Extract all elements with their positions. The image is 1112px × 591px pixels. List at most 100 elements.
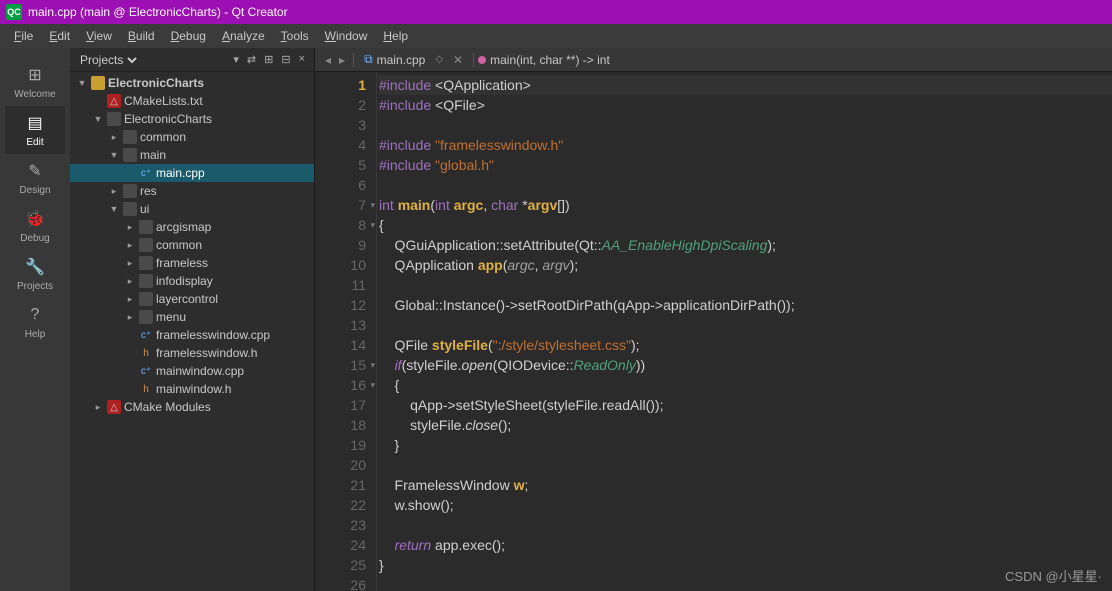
code-line[interactable] — [379, 515, 1112, 535]
fold-icon[interactable]: ▾ — [370, 195, 375, 215]
menu-window[interactable]: Window — [317, 27, 376, 45]
code-line[interactable]: } — [379, 435, 1112, 455]
tree-item[interactable]: ▸arcgismap — [70, 218, 314, 236]
menu-tools[interactable]: Tools — [273, 27, 317, 45]
line-number[interactable]: 2 — [315, 95, 366, 115]
line-number[interactable]: 19 — [315, 435, 366, 455]
file-tab[interactable]: ⧉ main.cpp — [358, 52, 431, 67]
code-line[interactable]: #include "global.h" — [379, 155, 1112, 175]
code-line[interactable]: { — [379, 215, 1112, 235]
expand-arrow-icon[interactable]: ▼ — [108, 150, 120, 160]
tree-item[interactable]: c⁺framelesswindow.cpp — [70, 326, 314, 344]
tree-item[interactable]: ▼ui — [70, 200, 314, 218]
line-number[interactable]: 4 — [315, 135, 366, 155]
line-number[interactable]: 13 — [315, 315, 366, 335]
tree-item[interactable]: ▸△CMake Modules — [70, 398, 314, 416]
add-pane-icon[interactable]: ⊞ — [261, 52, 276, 67]
code-line[interactable]: #include "framelesswindow.h" — [379, 135, 1112, 155]
menu-file[interactable]: File — [6, 27, 41, 45]
menu-analyze[interactable]: Analyze — [214, 27, 273, 45]
code-line[interactable]: QGuiApplication::setAttribute(Qt::AA_Ena… — [379, 235, 1112, 255]
menu-view[interactable]: View — [78, 27, 120, 45]
tree-item[interactable]: ▸layercontrol — [70, 290, 314, 308]
fold-icon[interactable]: ▾ — [370, 355, 375, 375]
tree-item[interactable]: ▼main — [70, 146, 314, 164]
line-number[interactable]: 11 — [315, 275, 366, 295]
menu-help[interactable]: Help — [375, 27, 416, 45]
code-line[interactable] — [379, 575, 1112, 591]
code-line[interactable]: #include <QFile> — [379, 95, 1112, 115]
expand-arrow-icon[interactable]: ▼ — [76, 78, 88, 88]
code-line[interactable]: int main(int argc, char *argv[]) — [379, 195, 1112, 215]
expand-arrow-icon[interactable]: ▸ — [124, 312, 136, 323]
tree-item[interactable]: ▸menu — [70, 308, 314, 326]
tab-close-icon[interactable]: ✕ — [447, 53, 469, 67]
code-line[interactable]: } — [379, 555, 1112, 575]
mode-design[interactable]: ✎Design — [5, 154, 65, 202]
tree-item[interactable]: ▸infodisplay — [70, 272, 314, 290]
pane-selector[interactable]: Projects — [76, 52, 140, 68]
line-number[interactable]: 3 — [315, 115, 366, 135]
nav-fwd-icon[interactable]: ▸ — [335, 53, 349, 67]
tree-item[interactable]: ▸common — [70, 128, 314, 146]
code-line[interactable] — [379, 275, 1112, 295]
fold-icon[interactable]: ▾ — [370, 375, 375, 395]
code-line[interactable]: { — [379, 375, 1112, 395]
menu-debug[interactable]: Debug — [163, 27, 214, 45]
code-editor[interactable]: 123456▾7▾891011121314▾15▾161718192021222… — [315, 72, 1112, 591]
tab-dropdown-icon[interactable]: ◇ — [431, 54, 447, 65]
line-number[interactable]: 6 — [315, 175, 366, 195]
tree-item[interactable]: ▼ElectronicCharts — [70, 110, 314, 128]
link-icon[interactable]: ⇄ — [244, 52, 259, 67]
code-line[interactable]: FramelessWindow w; — [379, 475, 1112, 495]
close-pane-icon[interactable]: × — [296, 52, 308, 67]
code-line[interactable]: QApplication app(argc, argv); — [379, 255, 1112, 275]
expand-arrow-icon[interactable]: ▸ — [124, 240, 136, 251]
line-number[interactable]: 17 — [315, 395, 366, 415]
expand-arrow-icon[interactable]: ▼ — [92, 114, 104, 124]
symbol-breadcrumb[interactable]: main(int, char **) -> int — [478, 53, 610, 67]
fold-icon[interactable]: ▾ — [370, 215, 375, 235]
expand-arrow-icon[interactable]: ▸ — [124, 276, 136, 287]
code-line[interactable]: qApp->setStyleSheet(styleFile.readAll())… — [379, 395, 1112, 415]
line-number[interactable]: 10 — [315, 255, 366, 275]
code-line[interactable] — [379, 455, 1112, 475]
line-number[interactable]: 22 — [315, 495, 366, 515]
expand-arrow-icon[interactable]: ▸ — [108, 186, 120, 197]
mode-edit[interactable]: ▤Edit — [5, 106, 65, 154]
filter-icon[interactable]: ▾ — [230, 52, 242, 67]
tree-item[interactable]: hmainwindow.h — [70, 380, 314, 398]
tree-item[interactable]: hframelesswindow.h — [70, 344, 314, 362]
line-number[interactable]: 18 — [315, 415, 366, 435]
code-line[interactable]: if(styleFile.open(QIODevice::ReadOnly)) — [379, 355, 1112, 375]
tree-item[interactable]: ▸frameless — [70, 254, 314, 272]
menu-bar[interactable]: FileEditViewBuildDebugAnalyzeToolsWindow… — [0, 24, 1112, 48]
expand-arrow-icon[interactable]: ▸ — [108, 132, 120, 143]
tree-item[interactable]: c⁺main.cpp — [70, 164, 314, 182]
code-line[interactable]: Global::Instance()->setRootDirPath(qApp-… — [379, 295, 1112, 315]
code-line[interactable] — [379, 315, 1112, 335]
tree-item[interactable]: △CMakeLists.txt — [70, 92, 314, 110]
line-number[interactable]: 16 — [315, 375, 366, 395]
line-number[interactable]: 1 — [315, 75, 366, 95]
line-number[interactable]: 12 — [315, 295, 366, 315]
code-line[interactable]: #include <QApplication> — [379, 75, 1112, 95]
line-number[interactable]: 20 — [315, 455, 366, 475]
code-line[interactable] — [379, 115, 1112, 135]
code-line[interactable]: styleFile.close(); — [379, 415, 1112, 435]
menu-edit[interactable]: Edit — [41, 27, 78, 45]
line-number[interactable]: 7 — [315, 195, 366, 215]
tree-item[interactable]: ▸res — [70, 182, 314, 200]
expand-arrow-icon[interactable]: ▼ — [108, 204, 120, 214]
line-number[interactable]: 8 — [315, 215, 366, 235]
expand-arrow-icon[interactable]: ▸ — [124, 222, 136, 233]
mode-debug[interactable]: 🐞Debug — [5, 202, 65, 250]
line-number[interactable]: 5 — [315, 155, 366, 175]
line-number[interactable]: 15 — [315, 355, 366, 375]
tree-item[interactable]: c⁺mainwindow.cpp — [70, 362, 314, 380]
project-tree[interactable]: ▼ElectronicCharts△CMakeLists.txt▼Electro… — [70, 72, 314, 591]
code-line[interactable]: return app.exec(); — [379, 535, 1112, 555]
line-number[interactable]: 26 — [315, 575, 366, 591]
expand-arrow-icon[interactable]: ▸ — [124, 294, 136, 305]
line-number[interactable]: 25 — [315, 555, 366, 575]
